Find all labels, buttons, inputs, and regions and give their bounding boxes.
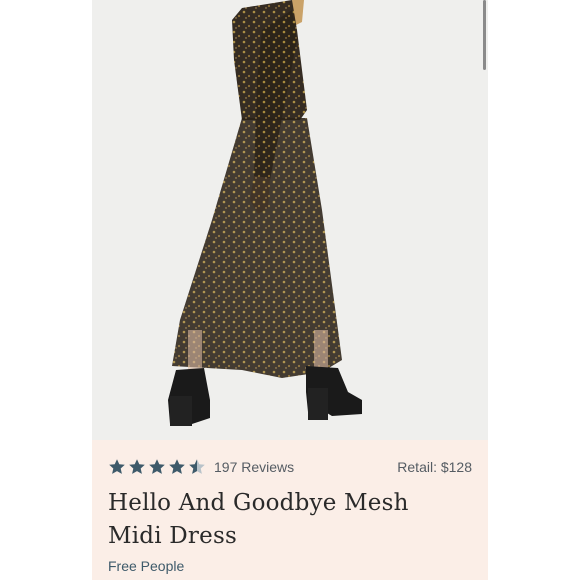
brand-link[interactable]: Free People	[108, 558, 184, 574]
listing-info: 197 Reviews Retail: $128 Hello And Goodb…	[92, 440, 488, 580]
retail-price: Retail: $128	[397, 459, 472, 475]
dress-illustration	[168, 0, 362, 426]
star-icon	[149, 459, 165, 474]
listing-card[interactable]: 197 Reviews Retail: $128 Hello And Goodb…	[92, 0, 488, 580]
rating-row: 197 Reviews Retail: $128	[108, 456, 472, 478]
rating-stars	[108, 458, 206, 476]
star-icon	[169, 459, 185, 474]
star-icon	[129, 459, 145, 474]
star-icon	[109, 459, 125, 474]
product-photo[interactable]	[92, 0, 488, 440]
scrollbar[interactable]	[483, 0, 486, 70]
reviews-link[interactable]: 197 Reviews	[214, 459, 294, 475]
half-star-icon	[189, 459, 205, 474]
product-title: Hello And Goodbye Mesh Midi Dress	[108, 490, 409, 549]
